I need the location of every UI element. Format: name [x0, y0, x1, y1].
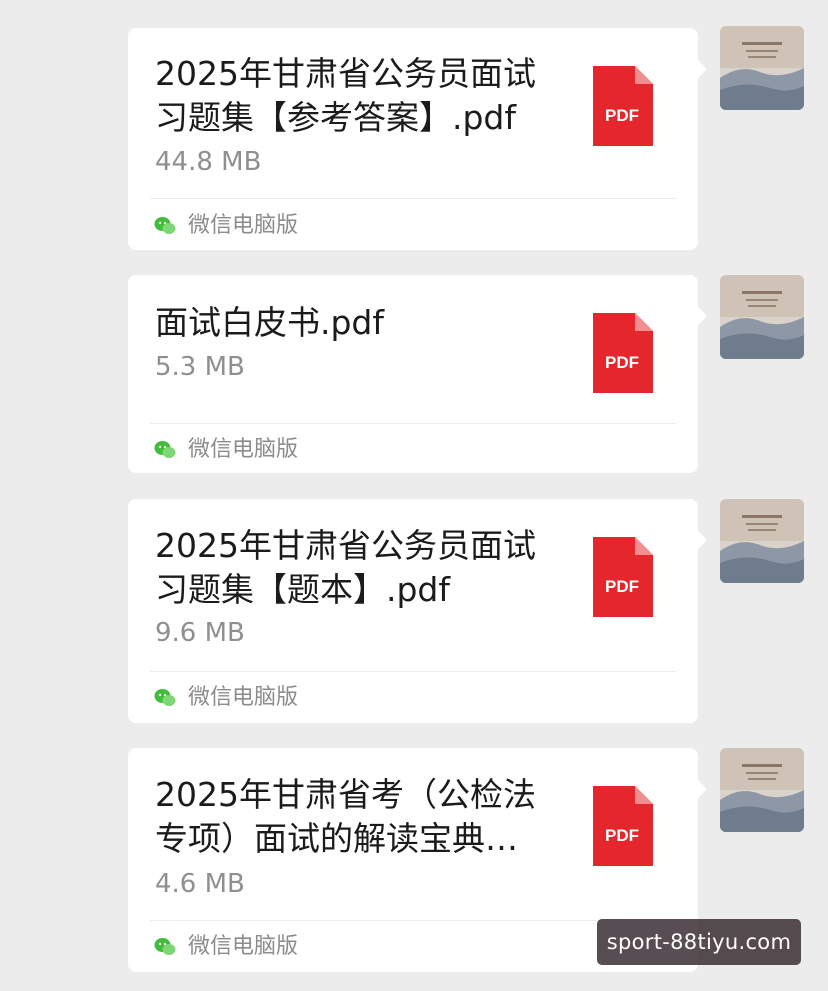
- wechat-logo-icon: [154, 938, 176, 955]
- file-card[interactable]: 2025年甘肃省公务员面试习题集【参考答案】.pdf 44.8 MB PDF 微…: [128, 28, 707, 250]
- pdf-label: PDF: [605, 577, 639, 596]
- source-label: 微信电脑版: [188, 685, 299, 710]
- sender-avatar[interactable]: [720, 748, 804, 832]
- file-card[interactable]: 面试白皮书.pdf 5.3 MB PDF 微信电脑版: [128, 275, 707, 473]
- pdf-file-icon: PDF: [593, 313, 653, 393]
- source-label: 微信电脑版: [188, 213, 299, 238]
- sender-avatar[interactable]: [720, 26, 804, 110]
- file-size: 44.8 MB: [155, 147, 262, 177]
- source-row: 微信电脑版: [154, 435, 298, 465]
- pdf-label: PDF: [605, 106, 639, 125]
- source-label: 微信电脑版: [188, 437, 299, 462]
- divider: [150, 198, 676, 199]
- wechat-logo-icon: [154, 441, 176, 458]
- file-card[interactable]: 2025年甘肃省公务员面试习题集【题本】.pdf 9.6 MB PDF 微信电脑…: [128, 499, 707, 723]
- divider: [150, 423, 676, 424]
- pdf-label: PDF: [605, 353, 639, 372]
- pdf-label: PDF: [605, 826, 639, 845]
- file-name: 2025年甘肃省公务员面试习题集【题本】.pdf: [155, 526, 536, 609]
- file-name: 2025年甘肃省考（公检法专项）面试的解读宝典…: [155, 775, 536, 858]
- sender-avatar[interactable]: [720, 499, 804, 583]
- file-size: 5.3 MB: [155, 352, 245, 382]
- source-row: 微信电脑版: [154, 211, 298, 241]
- watermark-badge: sport-88tiyu.com: [597, 919, 801, 965]
- pdf-file-icon: PDF: [593, 786, 653, 866]
- sender-avatar[interactable]: [720, 275, 804, 359]
- divider: [150, 671, 676, 672]
- pdf-file-icon: PDF: [593, 66, 653, 146]
- pdf-file-icon: PDF: [593, 537, 653, 617]
- file-size: 9.6 MB: [155, 618, 245, 648]
- watermark-text: sport-88tiyu.com: [606, 930, 792, 954]
- wechat-logo-icon: [154, 217, 176, 234]
- source-row: 微信电脑版: [154, 683, 298, 713]
- file-name: 面试白皮书.pdf: [155, 303, 385, 342]
- file-name: 2025年甘肃省公务员面试习题集【参考答案】.pdf: [155, 54, 536, 137]
- source-row: 微信电脑版: [154, 932, 298, 962]
- file-size: 4.6 MB: [155, 869, 245, 899]
- wechat-logo-icon: [154, 689, 176, 706]
- source-label: 微信电脑版: [188, 934, 299, 959]
